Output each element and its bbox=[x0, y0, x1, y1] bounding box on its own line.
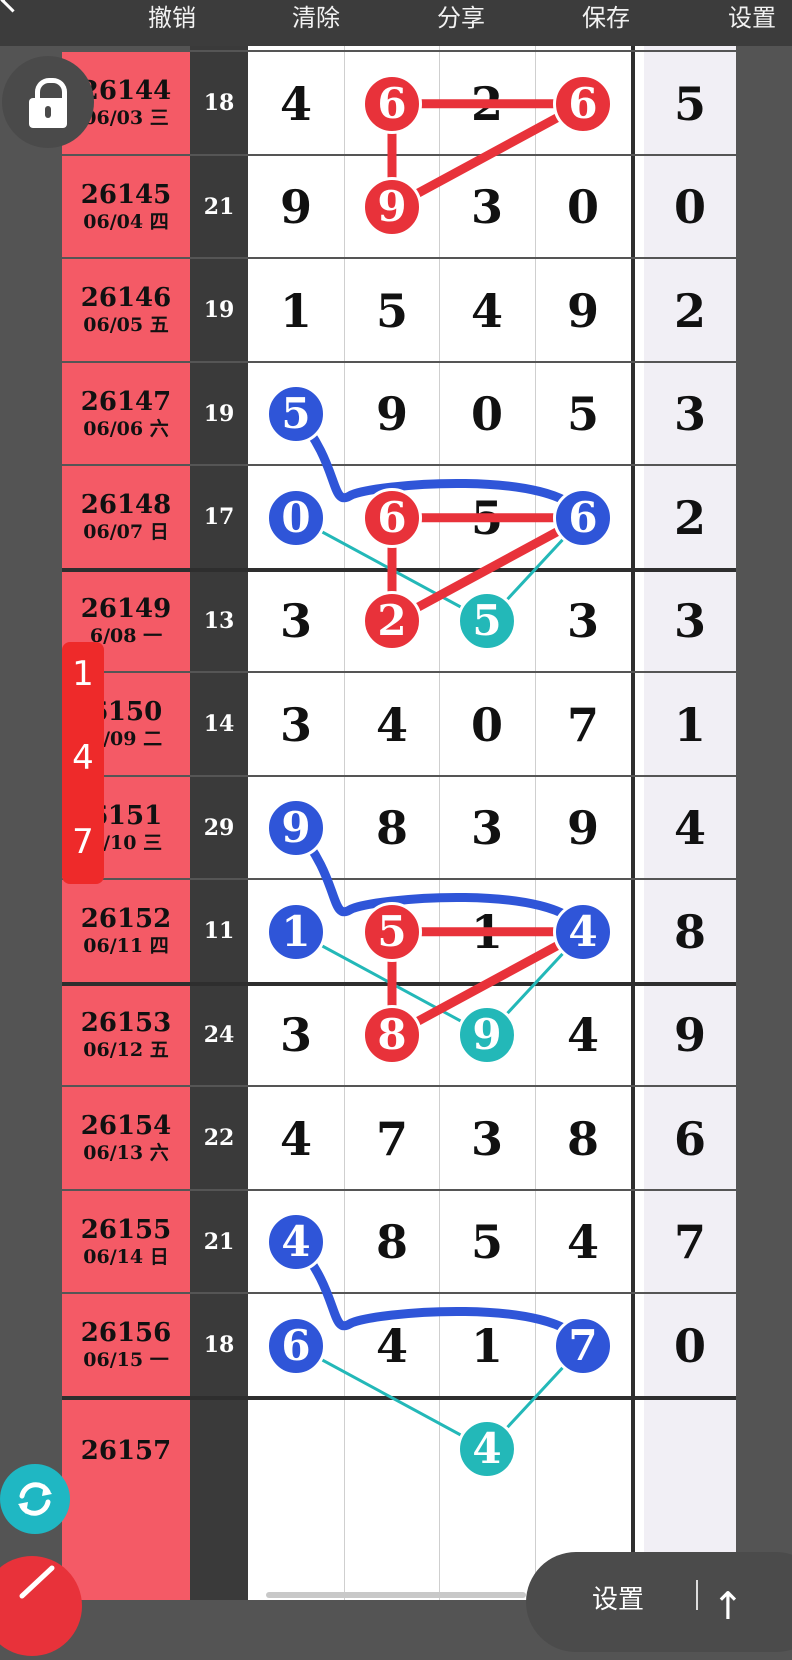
pen-button[interactable] bbox=[0, 1556, 82, 1656]
lock-button[interactable] bbox=[2, 56, 94, 148]
marked-ball[interactable]: 6 bbox=[362, 73, 422, 134]
horizontal-scrollbar[interactable] bbox=[266, 1592, 526, 1598]
marked-ball[interactable]: 1 bbox=[266, 901, 326, 962]
marked-ball[interactable]: 5 bbox=[457, 591, 517, 652]
marked-ball[interactable]: 4 bbox=[266, 1212, 326, 1273]
menu-divider bbox=[696, 1580, 698, 1610]
marked-ball[interactable]: 8 bbox=[362, 1005, 422, 1066]
marked-ball[interactable]: 6 bbox=[266, 1315, 326, 1376]
pen-icon bbox=[19, 1565, 55, 1599]
connector-curve bbox=[291, 1237, 588, 1351]
marked-ball[interactable]: 4 bbox=[457, 1419, 517, 1480]
marked-ball[interactable]: 9 bbox=[362, 177, 422, 238]
connector-curve bbox=[291, 409, 588, 523]
collapse-up-icon[interactable]: ↑ bbox=[712, 1586, 784, 1626]
marked-ball[interactable]: 9 bbox=[266, 798, 326, 859]
marked-ball[interactable]: 6 bbox=[362, 487, 422, 548]
bottom-menu-settings[interactable]: 设置 bbox=[592, 1580, 644, 1620]
connector-line bbox=[294, 1344, 489, 1451]
pill-item[interactable]: 1 bbox=[62, 654, 104, 694]
pill-item[interactable]: 7 bbox=[62, 822, 104, 862]
connection-lines bbox=[291, 99, 588, 1451]
connector-curve bbox=[291, 823, 588, 937]
marked-ball[interactable]: 4 bbox=[553, 901, 613, 962]
pill-item[interactable]: 4 bbox=[62, 738, 104, 778]
connector-line bbox=[387, 99, 588, 212]
marked-ball[interactable]: 9 bbox=[457, 1005, 517, 1066]
marked-ball[interactable]: 5 bbox=[266, 384, 326, 445]
refresh-icon bbox=[18, 1482, 52, 1516]
marked-ball[interactable]: 6 bbox=[553, 73, 613, 134]
marked-ball[interactable]: 5 bbox=[362, 901, 422, 962]
marked-ball[interactable]: 6 bbox=[553, 487, 613, 548]
marked-ball[interactable]: 7 bbox=[553, 1315, 613, 1376]
refresh-button[interactable] bbox=[0, 1464, 70, 1534]
marked-ball[interactable]: 0 bbox=[266, 487, 326, 548]
marked-ball[interactable]: 2 bbox=[362, 591, 422, 652]
side-number-pill[interactable]: 1 4 7 bbox=[62, 642, 104, 884]
